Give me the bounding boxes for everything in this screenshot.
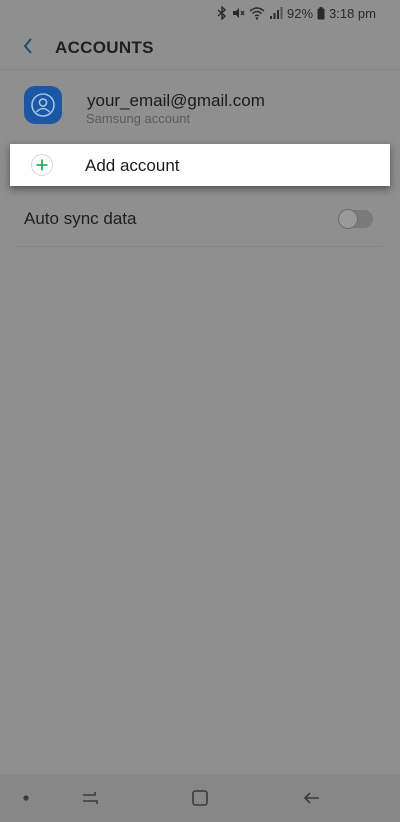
navigation-bar [0, 774, 400, 822]
account-item[interactable]: your_email@gmail.com Samsung account [0, 78, 400, 136]
add-account-label: Add account [85, 156, 180, 175]
bluetooth-icon [217, 6, 227, 20]
signal-icon [269, 6, 283, 20]
add-account-button[interactable]: Add account [10, 144, 390, 186]
mute-icon [231, 6, 245, 20]
plus-icon [31, 154, 53, 176]
recents-icon[interactable] [78, 786, 102, 810]
account-type: Samsung account [86, 111, 191, 126]
chevron-left-icon [22, 37, 34, 60]
samsung-account-icon [24, 86, 62, 124]
back-button[interactable] [14, 34, 42, 62]
app-header: ACCOUNTS [0, 26, 400, 70]
status-bar: 92% 3:18 pm [0, 0, 400, 26]
back-icon[interactable] [300, 786, 324, 810]
auto-sync-label: Auto sync data [24, 209, 137, 228]
auto-sync-row[interactable]: Auto sync data [0, 196, 400, 244]
wifi-icon [249, 6, 265, 20]
clock: 3:18 pm [329, 5, 376, 21]
account-email: your_email@gmail.com [87, 91, 265, 110]
battery-icon [317, 6, 325, 20]
dot-icon[interactable] [14, 786, 38, 810]
battery-percent: 92% [286, 5, 314, 21]
header-divider [0, 69, 400, 70]
home-icon[interactable] [188, 786, 212, 810]
page-title: ACCOUNTS [55, 38, 154, 57]
auto-sync-toggle[interactable] [338, 209, 373, 229]
sync-divider [16, 246, 382, 247]
toggle-knob [338, 209, 358, 229]
